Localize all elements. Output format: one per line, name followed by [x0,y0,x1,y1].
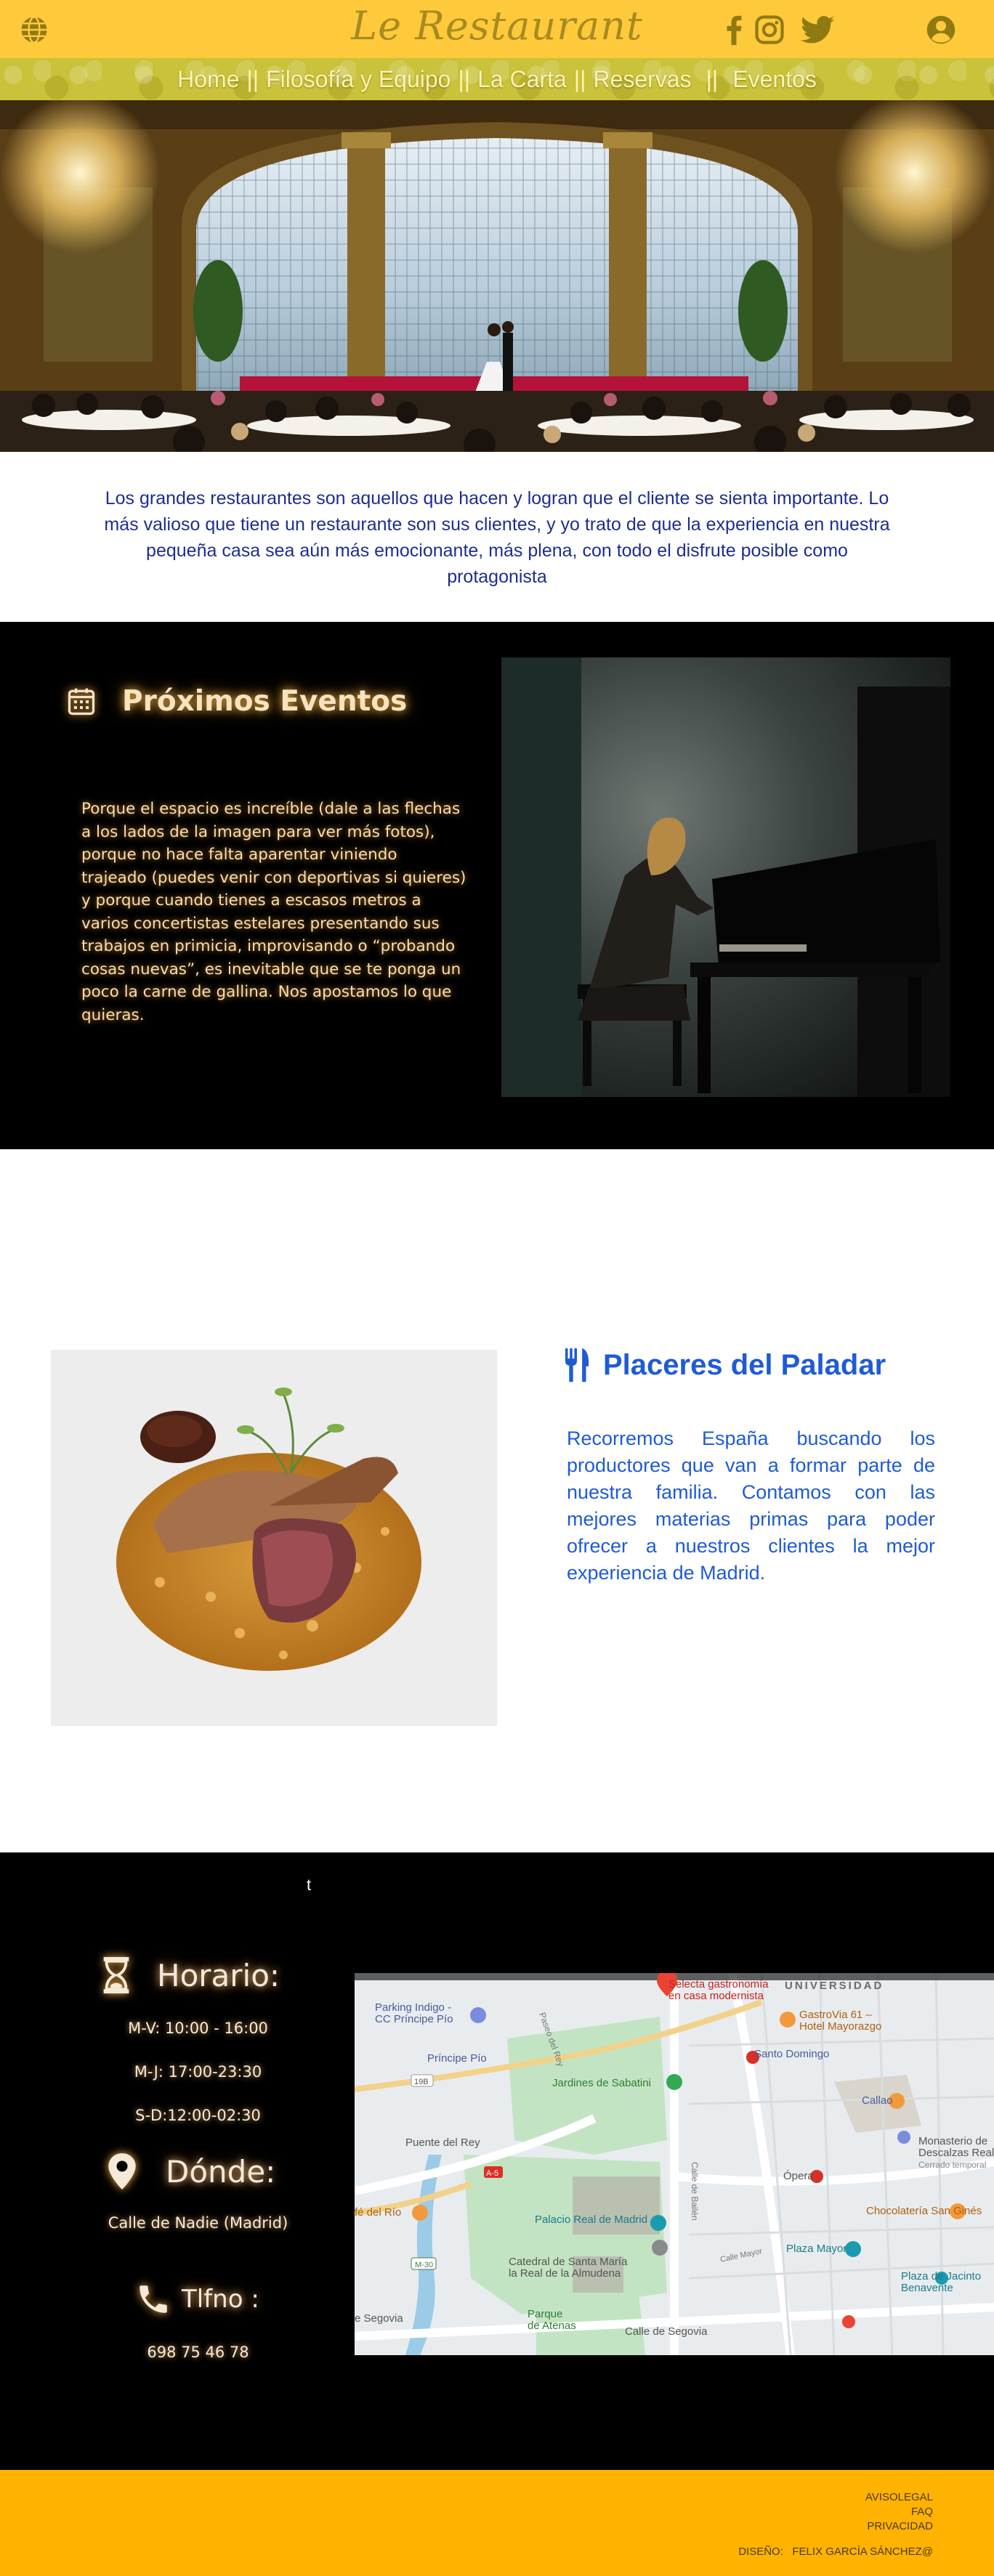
schedule-line: S-D:12:00-02:30 [135,2107,261,2124]
nav-eventos[interactable]: Eventos [732,66,817,93]
phone-icon [140,2285,167,2313]
map-label: Ópera [783,2170,814,2182]
where-title: Dónde: [166,2153,276,2190]
flavours-title: Placeres del Paladar [603,1348,886,1381]
schedule-line: M-J: 17:00-23:30 [134,2063,262,2081]
events-text: Porque el espacio es increíble (dale a l… [81,800,466,1024]
map-label: A-5 [486,2169,498,2178]
events-title: Próximos Eventos [122,684,408,718]
map-label: Callao [862,2094,893,2107]
design-credit: DISEÑO: FELIX GARCÍA SÁNCHEZ@ [738,2545,933,2558]
map-label: Selecta gastronomía en casa modernista [668,1978,769,2002]
calendar-icon [68,688,95,716]
dish-photo [51,1350,497,1726]
footer [0,2470,994,2576]
map-label: Parking Indigo -CC Príncipe Pío [375,2001,453,2025]
nav-separator: || [458,65,471,92]
map-label: Santo Domingo [754,2048,829,2060]
nav-reservas[interactable]: Reservas [593,66,691,93]
schedule-line: M-V: 10:00 - 16:00 [128,2020,268,2037]
map-label: Monasterio deDescalzas Reales [918,2135,994,2159]
flavours-heading: Placeres del Paladar [564,1345,886,1385]
footer-link-aviso-legal[interactable]: AVISOLEGAL [865,2490,933,2505]
map-label: Puente del Rey [405,2136,480,2149]
map-label: Príncipe Pío [427,2052,487,2065]
map-pin-icon [108,2153,136,2190]
map-label: GastroVia 61 – Hotel Mayorazgo [799,2009,881,2033]
twitter-icon[interactable] [801,15,834,45]
map-label: UNIVERSIDAD [785,1980,884,1992]
main-nav: Home || Filosofía y Equipo || La Carta |… [0,58,994,100]
hourglass-icon [103,1956,129,1994]
phone-heading: Tlfno : [135,2281,259,2317]
hero-banquet-image [0,100,994,452]
phone-number[interactable]: 698 75 46 78 [73,2344,323,2361]
footer-links: AVISOLEGAL FAQ PRIVACIDAD [865,2490,933,2534]
map-label: M-30 [415,2261,433,2269]
schedule-heading: Horario: [102,1956,280,1995]
nav-carta[interactable]: La Carta [477,66,567,93]
map-label: Cerrado temporal [918,2160,986,2170]
map-label: Palacio Real de Madrid [535,2214,647,2226]
map-label: Chocolatería San Ginés [866,2205,982,2217]
map-label: Calle de Segovia [625,2325,708,2338]
footer-link-faq[interactable]: FAQ [865,2505,933,2519]
intro-text: Los grandes restaurantes son aquellos qu… [104,488,890,587]
schedule-title: Horario: [157,1957,280,1993]
map-label: e Segovia [355,2312,403,2325]
phone-title: Tlfno : [182,2285,259,2314]
stray-character: t [307,1876,312,1894]
nav-separator: || [706,65,719,92]
credit-name: FELIX GARCÍA SÁNCHEZ@ [792,2545,933,2558]
map-label: Catedral de Santa María la Real de la Alm… [509,2256,628,2280]
nav-separator: || [246,65,259,92]
brand-logo[interactable]: Le Restaurant [0,3,994,49]
location-map[interactable]: Selecta gastronomía en casa modernista UN… [355,1973,994,2355]
facebook-icon[interactable] [724,15,744,45]
map-label: fé del Río [355,2206,401,2219]
address-text: Calle de Nadie (Madrid) [108,2214,288,2232]
footer-link-privacidad[interactable]: PRIVACIDAD [865,2519,933,2534]
pianist-photo[interactable] [501,657,950,1097]
map-label: 19B [414,2078,429,2086]
top-bar: Le Restaurant [0,0,994,58]
credit-label: DISEÑO: [738,2545,783,2558]
nav-separator: || [573,65,586,92]
instagram-icon[interactable] [754,15,785,45]
map-label: Jardines de Sabatini [552,2077,651,2089]
cutlery-icon [565,1348,589,1382]
flavours-text: Recorremos España buscando los productor… [567,1427,935,1584]
events-heading: Próximos Eventos [65,679,407,723]
user-circle-icon[interactable] [926,15,956,45]
nav-filosofia[interactable]: Filosofía y Equipo [266,66,450,93]
where-heading: Dónde: [106,2152,275,2191]
nav-home[interactable]: Home [177,66,239,93]
map-label: Plaza Mayor [786,2243,846,2255]
map-label: Calle de Bailén [690,2162,700,2221]
